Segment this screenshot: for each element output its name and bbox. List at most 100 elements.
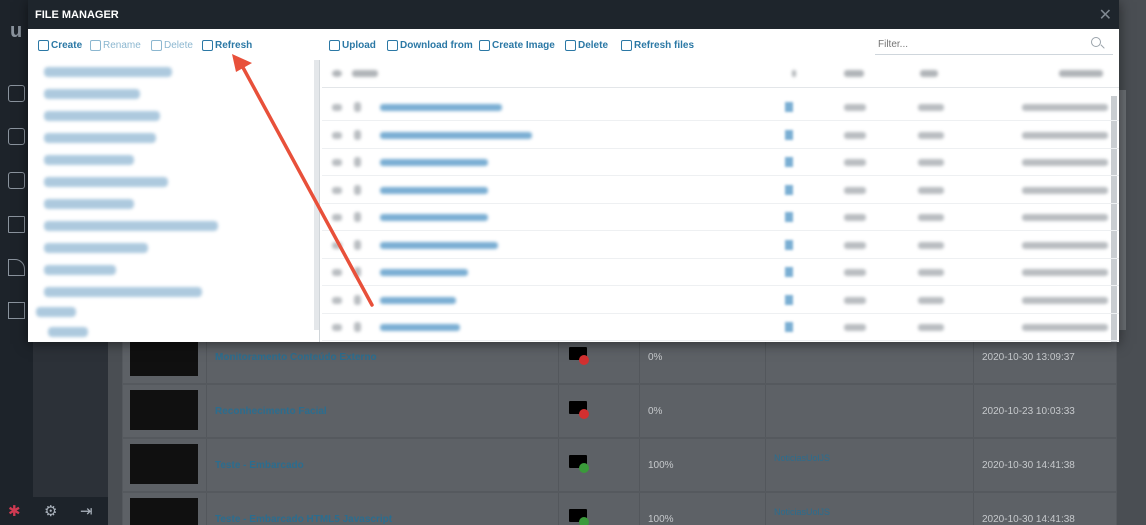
file-size-cell xyxy=(918,324,944,331)
file-checkbox[interactable] xyxy=(332,186,342,194)
date-cell: 2020-10-23 10:03:33 xyxy=(974,385,1116,437)
file-checkbox[interactable] xyxy=(332,131,342,139)
file-row[interactable] xyxy=(322,149,1119,176)
folder-tree-item[interactable] xyxy=(44,199,134,209)
file-name-link[interactable] xyxy=(380,296,456,304)
download-file-icon[interactable] xyxy=(785,239,793,250)
file-checkbox[interactable] xyxy=(332,296,342,304)
playlist-name-link[interactable]: Teste - Embarcado HTML5 Javascript xyxy=(207,514,392,525)
file-checkbox[interactable] xyxy=(332,269,342,276)
size-column-header[interactable] xyxy=(920,70,938,77)
upload-button[interactable]: Upload xyxy=(329,40,376,51)
download-file-icon[interactable] xyxy=(785,102,793,112)
refresh-files-button[interactable]: Refresh files xyxy=(621,40,694,51)
table-row[interactable]: Teste - Embarcado HTML5 Javascript 100% … xyxy=(122,492,1117,525)
playlist-name-link[interactable]: Teste - Embarcado xyxy=(207,460,304,471)
download-file-icon[interactable] xyxy=(785,212,793,222)
search-icon[interactable] xyxy=(1091,37,1101,47)
close-icon[interactable]: ✕ xyxy=(1099,5,1112,25)
folder-tree-item[interactable] xyxy=(44,111,160,121)
table-row[interactable]: Reconhecimento Facial 0% 2020-10-23 10:0… xyxy=(122,384,1117,438)
linked-content-link[interactable]: NoticiasUolJS xyxy=(766,507,830,517)
filter-input[interactable] xyxy=(875,35,1113,55)
folder-tree-item[interactable] xyxy=(44,243,148,253)
playlist-name-link[interactable]: Reconhecimento Facial xyxy=(207,406,327,417)
folder-tree-item[interactable] xyxy=(44,177,168,187)
download-from-button[interactable]: Download from xyxy=(387,40,473,51)
folder-tree-item[interactable] xyxy=(48,327,88,337)
file-checkbox[interactable] xyxy=(332,241,342,249)
folder-tree-item[interactable] xyxy=(44,89,140,99)
chart-icon[interactable] xyxy=(8,302,25,319)
refresh-icon xyxy=(621,40,632,51)
folder-tree-item[interactable] xyxy=(44,221,218,231)
refresh-folder-button[interactable]: Refresh xyxy=(202,40,252,51)
file-name-link[interactable] xyxy=(380,214,488,221)
name-column-header[interactable] xyxy=(352,70,378,77)
file-row[interactable] xyxy=(322,232,1119,259)
film-icon[interactable] xyxy=(8,128,25,145)
folder-tree-item[interactable] xyxy=(44,133,156,143)
file-date-cell xyxy=(1022,186,1108,194)
column-header[interactable] xyxy=(792,70,796,77)
date-column-header[interactable] xyxy=(1059,70,1103,77)
file-row[interactable] xyxy=(322,314,1119,341)
type-column-header[interactable] xyxy=(844,70,864,77)
select-all-checkbox[interactable] xyxy=(332,70,342,77)
file-checkbox[interactable] xyxy=(332,324,342,331)
file-name-link[interactable] xyxy=(380,131,532,139)
download-file-icon[interactable] xyxy=(785,157,793,167)
file-row[interactable] xyxy=(322,287,1119,314)
folder-tree-item[interactable] xyxy=(36,307,76,317)
folder-tree-item[interactable] xyxy=(44,155,134,165)
linked-content-link[interactable]: NoticiasUolJS xyxy=(766,453,830,463)
file-name-link[interactable] xyxy=(380,269,468,276)
download-file-icon[interactable] xyxy=(785,294,793,305)
logout-icon[interactable]: ⇥ xyxy=(80,502,93,520)
rss-icon[interactable] xyxy=(8,259,25,276)
folder-tree-scrollbar[interactable] xyxy=(314,60,319,330)
folder-tree-item[interactable] xyxy=(44,67,172,77)
play-icon[interactable] xyxy=(8,85,25,102)
download-file-icon[interactable] xyxy=(785,322,793,332)
monitor-icon[interactable] xyxy=(8,216,25,233)
file-name-link[interactable] xyxy=(380,159,488,166)
file-date-cell xyxy=(1022,159,1108,166)
folder-tree-item[interactable] xyxy=(44,265,116,275)
date-cell: 2020-10-30 14:41:38 xyxy=(974,439,1116,491)
delete-files-button[interactable]: Delete xyxy=(565,40,608,51)
file-name-link[interactable] xyxy=(380,241,498,249)
delete-files-label: Delete xyxy=(578,40,609,51)
file-row[interactable] xyxy=(322,122,1119,149)
playlist-name-link[interactable]: Monitoramento Conteúdo Externo xyxy=(207,352,377,363)
download-file-icon[interactable] xyxy=(785,129,793,140)
create-folder-button[interactable]: Create xyxy=(38,40,82,51)
file-row[interactable] xyxy=(322,177,1119,204)
table-row[interactable]: Teste - Embarcado 100% NoticiasUolJS 202… xyxy=(122,438,1117,492)
file-checkbox[interactable] xyxy=(332,104,342,111)
settings-gear-icon[interactable]: ⚙ xyxy=(44,502,57,520)
download-file-icon[interactable] xyxy=(785,184,793,195)
image-icon xyxy=(479,40,490,51)
delete-folder-label: Delete xyxy=(164,40,193,51)
download-file-icon[interactable] xyxy=(785,267,793,277)
file-size-cell xyxy=(918,296,944,304)
file-name-link[interactable] xyxy=(380,186,488,194)
file-name-link[interactable] xyxy=(380,104,502,111)
file-row[interactable] xyxy=(322,259,1119,286)
file-list-header xyxy=(322,60,1119,88)
language-flag-icon[interactable]: ✱ xyxy=(8,502,21,520)
create-image-button[interactable]: Create Image xyxy=(479,40,555,51)
file-checkbox[interactable] xyxy=(332,214,342,221)
file-row[interactable] xyxy=(322,94,1119,121)
file-row[interactable] xyxy=(322,204,1119,231)
file-name-link[interactable] xyxy=(380,324,460,331)
delete-folder-button[interactable]: Delete xyxy=(151,40,193,51)
rename-folder-button[interactable]: Rename xyxy=(90,40,141,51)
file-checkbox[interactable] xyxy=(332,159,342,166)
file-size-cell xyxy=(918,241,944,249)
gallery-icon[interactable] xyxy=(8,172,25,189)
folder-tree-item[interactable] xyxy=(44,287,202,297)
bottom-bar: ✱ ⚙ ⇥ xyxy=(0,497,108,525)
link-cell: NoticiasUolJS xyxy=(766,439,974,491)
